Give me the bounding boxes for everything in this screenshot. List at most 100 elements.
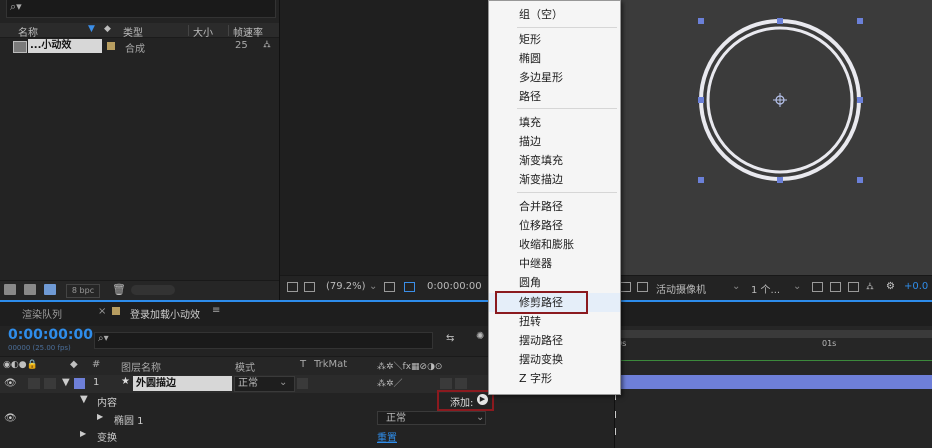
menu-item-repeater[interactable]: 中继器 [489, 254, 620, 273]
tab-close-icon[interactable]: × [98, 306, 106, 317]
ellipse-mode-select[interactable]: 正常 [377, 411, 486, 425]
twirl-open-icon[interactable]: ▼ [80, 394, 88, 405]
layer-name[interactable]: 外圆描边 [133, 376, 232, 391]
transform-row[interactable]: ▶ 变换 重置 [0, 427, 612, 445]
timeline-icon[interactable] [848, 282, 859, 292]
timeline-timecode[interactable]: 0:00:00:00 [8, 327, 93, 343]
label-color-swatch [112, 307, 120, 315]
twirl-open-icon[interactable]: ▼ [62, 377, 70, 388]
flowchart-icon[interactable]: ⛼ [866, 281, 874, 294]
menu-item-ellipse[interactable]: 椭圆 [489, 49, 620, 68]
interpret-footage-icon[interactable] [4, 284, 16, 295]
label-color-swatch[interactable] [74, 378, 85, 389]
safe-margins-icon[interactable] [384, 282, 395, 292]
camera-select[interactable]: 活动摄像机 [656, 281, 706, 296]
tab-menu-icon[interactable]: ≡ [212, 305, 220, 316]
views-select[interactable]: 1 个... [751, 281, 780, 296]
work-area-bar[interactable] [615, 330, 932, 338]
menu-item-fill[interactable]: 填充 [489, 113, 620, 132]
menu-item-pucker-bloat[interactable]: 收缩和膨胀 [489, 235, 620, 254]
eye-icon[interactable]: 👁 [4, 413, 17, 424]
viewer-timecode[interactable]: 0:00:00:00 [427, 281, 482, 292]
exposure-value[interactable]: +0.0 [904, 281, 928, 292]
ellipse-row[interactable]: 👁 ▶ 椭圆 1 正常 ⌄ [0, 410, 612, 428]
menu-item-stroke[interactable]: 描边 [489, 132, 620, 151]
switch-box[interactable] [440, 378, 452, 389]
sort-chevron-icon[interactable]: ▼ [88, 24, 95, 34]
menu-item-path[interactable]: 路径 [489, 87, 620, 106]
tab-composition[interactable]: 登录加载小动效 [130, 306, 200, 321]
project-item-row[interactable]: ...小动效 合成 25 ⛼ [0, 39, 279, 55]
exposure-reset-icon[interactable]: ⚙ [886, 281, 895, 292]
column-trkmat[interactable]: TrkMat [314, 359, 347, 370]
layer-switches[interactable]: ⁂✲／ [377, 376, 403, 389]
menu-item-twist[interactable]: 扭转 [489, 312, 620, 331]
menu-item-wiggle-transform[interactable]: 摆动变换 [489, 350, 620, 369]
always-preview-icon[interactable] [287, 282, 298, 292]
label-color-swatch[interactable] [107, 42, 115, 50]
menu-item-group-empty[interactable]: 组（空） [489, 5, 620, 24]
keyframe-marker: I [614, 427, 617, 438]
menu-item-offset-paths[interactable]: 位移路径 [489, 216, 620, 235]
layer-duration-bar[interactable] [615, 375, 932, 389]
switch-box[interactable] [455, 378, 467, 389]
add-context-menu: 组（空） 矩形 椭圆 多边星形 路径 填充 描边 渐变填充 渐变描边 合并路径 … [488, 0, 621, 395]
timeline-graph-area[interactable]: 0s 01s I I I [614, 326, 932, 448]
timeline-tab-bar: 渲染队列 × 登录加载小动效 ≡ [0, 300, 932, 326]
project-column-header: 名称 ▼ ◆ 类型 大小 帧速率 [0, 23, 279, 39]
time-ruler-line [615, 360, 932, 361]
views-chevron-icon[interactable]: ⌄ [793, 281, 801, 292]
column-type[interactable]: 类型 [123, 24, 143, 39]
timeline-search-input[interactable]: ⌕▾ [94, 332, 433, 349]
twirl-closed-icon[interactable]: ▶ [97, 412, 103, 421]
region-of-interest-icon[interactable] [637, 282, 648, 292]
reset-link[interactable]: 重置 [377, 429, 397, 444]
twirl-closed-icon[interactable]: ▶ [80, 429, 86, 438]
layer-index: 1 [93, 377, 100, 388]
pixel-aspect-icon[interactable] [812, 282, 823, 292]
eye-icon[interactable]: 👁 [4, 378, 17, 389]
zoom-chevron-icon[interactable]: ⌄ [369, 281, 377, 292]
menu-item-wiggle-paths[interactable]: 摆动路径 [489, 331, 620, 350]
project-item-name[interactable]: ...小动效 [28, 39, 102, 53]
bpc-button[interactable]: 8 bpc [66, 284, 100, 298]
column-fps[interactable]: 帧速率 [233, 24, 263, 39]
audio-toggle[interactable] [28, 378, 40, 389]
column-t[interactable]: T [300, 359, 306, 370]
flowchart-icon[interactable]: ⛼ [263, 39, 271, 52]
menu-item-merge-paths[interactable]: 合并路径 [489, 197, 620, 216]
mode-chevron-icon[interactable]: ⌄ [279, 377, 287, 388]
menu-item-gradient-fill[interactable]: 渐变填充 [489, 151, 620, 170]
tab-render-queue[interactable]: 渲染队列 [22, 306, 62, 321]
camera-chevron-icon[interactable]: ⌄ [732, 281, 740, 292]
column-size[interactable]: 大小 [193, 24, 213, 39]
monitor-icon[interactable] [304, 282, 315, 292]
menu-item-zig-zag[interactable]: Z 字形 [489, 369, 620, 388]
zoom-level[interactable]: (79.2%) [326, 281, 366, 292]
menu-item-rectangle[interactable]: 矩形 [489, 30, 620, 49]
mask-visibility-icon[interactable] [404, 282, 415, 292]
new-folder-icon[interactable] [24, 284, 36, 295]
new-composition-icon[interactable] [44, 284, 56, 295]
composition-flowchart-icon[interactable]: ⇆ [446, 333, 454, 344]
menu-separator [517, 27, 617, 28]
toggle-transparency-grid-icon[interactable] [620, 282, 631, 292]
menu-item-round-corners[interactable]: 圆角 [489, 273, 620, 292]
preserve-transparency-toggle[interactable] [297, 378, 308, 389]
menu-item-gradient-stroke[interactable]: 渐变描边 [489, 170, 620, 189]
menu-separator [517, 192, 617, 193]
column-name[interactable]: 名称 [18, 24, 38, 39]
anchor-point-icon[interactable] [773, 93, 787, 107]
project-search-input[interactable]: ⌕▾ [6, 0, 276, 18]
mode-chevron-icon[interactable]: ⌄ [476, 412, 484, 423]
thumbnail-slider[interactable] [131, 285, 175, 295]
draft-3d-icon[interactable]: ✺ [476, 331, 484, 342]
trash-icon[interactable]: 🗑 [112, 283, 126, 296]
shape-layer-star-icon: ★ [121, 376, 130, 387]
column-layer-name[interactable]: 图层名称 [121, 359, 161, 374]
solo-toggle[interactable] [44, 378, 56, 389]
fast-previews-icon[interactable] [830, 282, 841, 292]
menu-item-polystar[interactable]: 多边星形 [489, 68, 620, 87]
column-number[interactable]: # [92, 359, 100, 370]
column-mode[interactable]: 模式 [235, 359, 255, 374]
